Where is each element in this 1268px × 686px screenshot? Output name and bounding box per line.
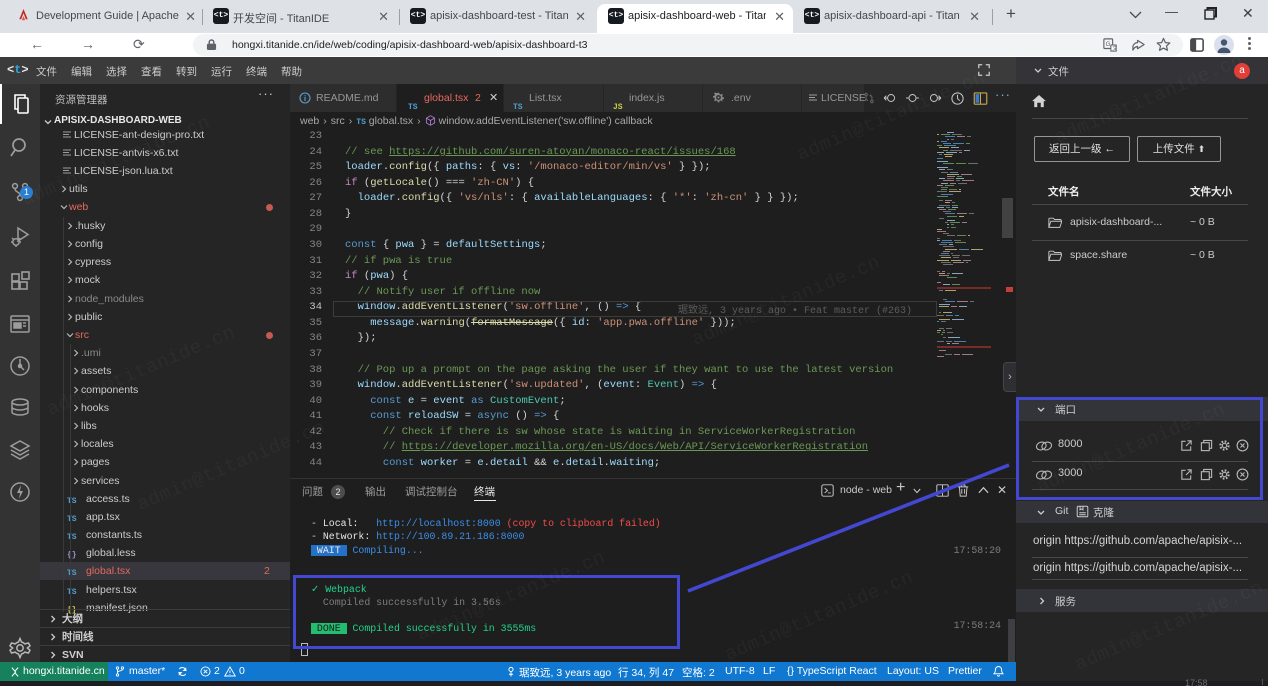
svg-text:文: 文 xyxy=(1112,44,1117,52)
svg-text:G: G xyxy=(1106,41,1111,48)
